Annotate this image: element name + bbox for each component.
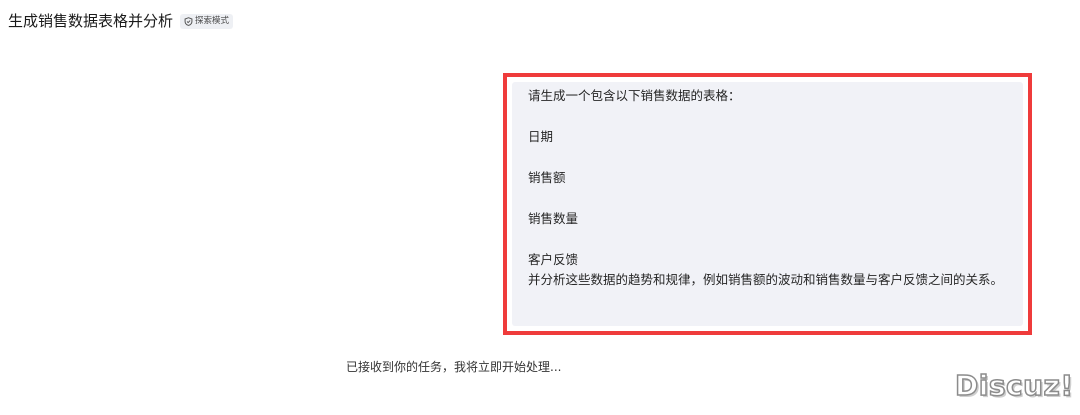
chat-header: 生成销售数据表格并分析 探索模式	[8, 11, 234, 31]
message-line-feedback: 客户反馈	[528, 252, 579, 267]
shield-icon	[184, 16, 193, 26]
message-line-intro: 请生成一个包含以下销售数据的表格：	[528, 88, 741, 103]
mode-badge-label: 探索模式	[195, 15, 230, 26]
message-line-sales-quantity: 销售数量	[528, 211, 579, 226]
message-line-date: 日期	[528, 129, 554, 144]
conversation-title: 生成销售数据表格并分析	[8, 12, 174, 30]
user-message-bubble: 请生成一个包含以下销售数据的表格： 日期 销售额 销售数量 客户反馈 并分析这些…	[512, 82, 1023, 326]
assistant-status-message: 已接收到你的任务，我将立即开始处理...	[346, 360, 562, 374]
mode-badge: 探索模式	[180, 13, 234, 29]
message-line-sales-amount: 销售额	[528, 170, 566, 185]
user-message-text: 请生成一个包含以下销售数据的表格： 日期 销售额 销售数量 客户反馈 并分析这些…	[528, 86, 1013, 290]
message-line-analysis: 并分析这些数据的趋势和规律，例如销售额的波动和销售数量与客户反馈之间的关系。	[528, 272, 1004, 287]
discuz-watermark: Discuz!	[954, 369, 1074, 403]
highlighted-user-message: 请生成一个包含以下销售数据的表格： 日期 销售额 销售数量 客户反馈 并分析这些…	[503, 73, 1032, 335]
